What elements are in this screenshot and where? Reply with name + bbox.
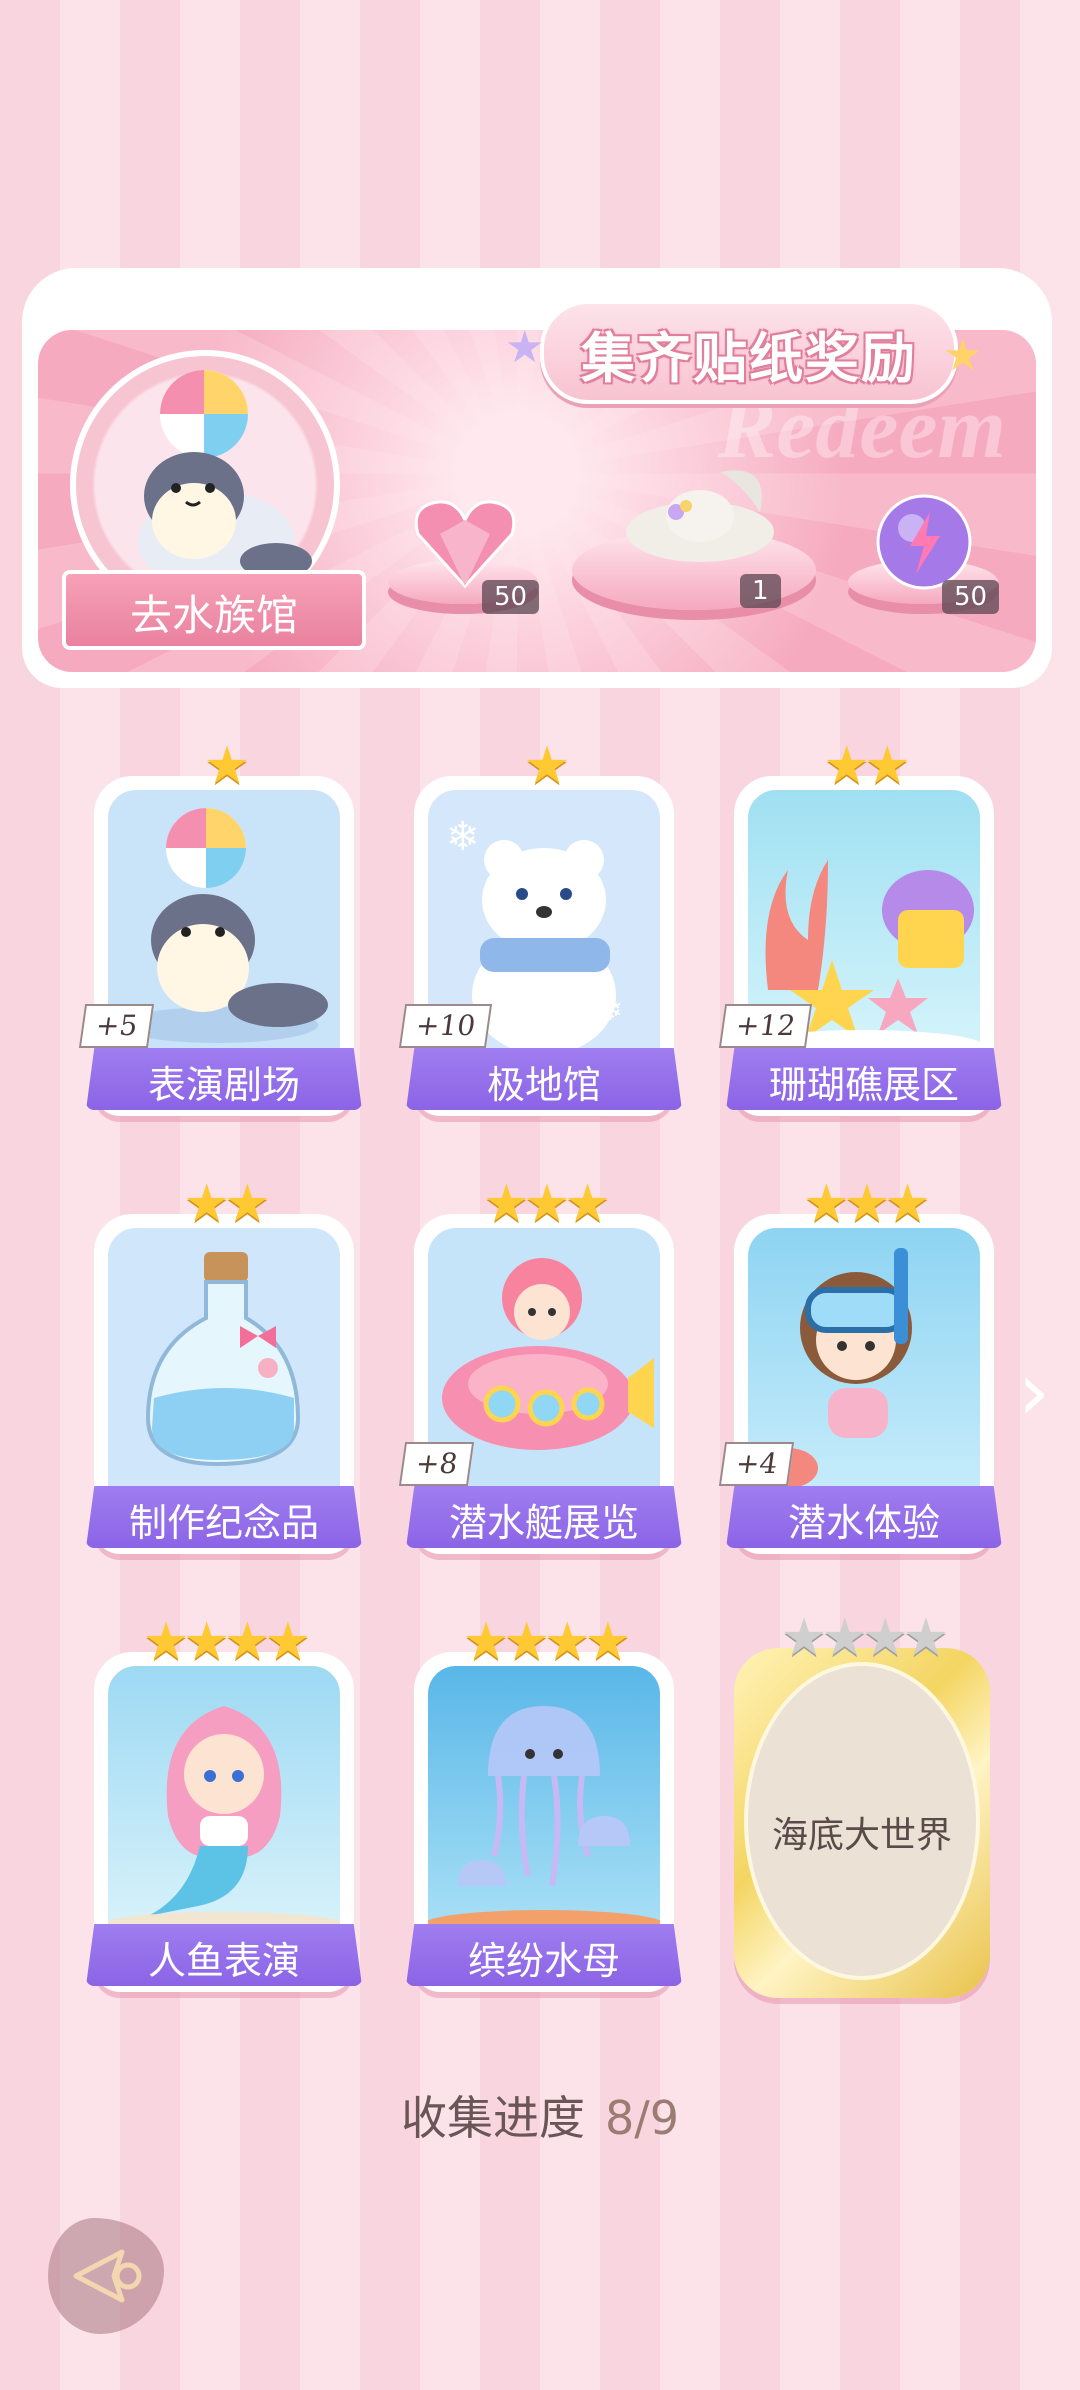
feather-hat-icon (626, 470, 774, 562)
card-stars: ★★ (183, 1174, 270, 1234)
sticker-card[interactable]: ★★★★ 人鱼表演 (86, 1616, 362, 1992)
yellow-star-icon: ★ (943, 330, 983, 381)
svg-text:❄: ❄ (446, 814, 480, 860)
bonus-tag: +8 (398, 1442, 475, 1486)
card-name-ribbon: 潜水体验 (726, 1486, 1002, 1548)
bonus-tag: +12 (718, 1004, 813, 1048)
back-button[interactable] (48, 2218, 164, 2334)
sticker-card[interactable]: ★ ❄ ❄ +10 极地馆 (398, 740, 682, 1116)
collection-progress: 收集进度 8/9 (0, 2082, 1080, 2148)
card-name: 表演剧场 (147, 1063, 300, 1107)
sticker-card[interactable]: ★★★★ 缤纷水母 (406, 1616, 682, 1992)
reward-count: 1 (740, 574, 781, 608)
card-stars: ★★ (823, 736, 910, 796)
sticker-card[interactable]: ★★★ +8 潜水艇展览 (398, 1178, 682, 1554)
venue-button[interactable]: 去水族馆 (62, 570, 366, 650)
pink-heart-gem-icon (414, 500, 516, 589)
card-stars: ★★★ (803, 1174, 931, 1234)
card-name-ribbon: 极地馆 (406, 1048, 682, 1110)
card-stars: ★ (523, 736, 571, 796)
card-art (108, 1666, 340, 1932)
locked-sticker-card[interactable]: ★★★★ 海底大世界 (734, 1612, 990, 1998)
card-stars: ★★★ (483, 1174, 611, 1234)
venue-label: 去水族馆 (129, 591, 298, 640)
card-name-ribbon: 制作纪念品 (86, 1486, 362, 1548)
card-name: 缤纷水母 (467, 1939, 620, 1983)
reward-count: 50 (482, 580, 540, 614)
card-name-ribbon: 人鱼表演 (86, 1924, 362, 1986)
sticker-card[interactable]: ★ +5 表演剧场 (78, 740, 362, 1116)
card-name-ribbon: 缤纷水母 (406, 1924, 682, 1986)
card-stars-empty: ★★★★ (780, 1608, 949, 1668)
card-name: 潜水体验 (787, 1501, 940, 1545)
sticker-card[interactable]: ★★ +12 珊瑚礁展区 (718, 740, 1002, 1116)
card-name-ribbon: 珊瑚礁展区 (726, 1048, 1002, 1110)
sticker-card[interactable]: ★★ 制作纪念品 (86, 1178, 362, 1554)
progress-value: 8/9 (604, 2091, 680, 2145)
bonus-tag: +10 (398, 1004, 493, 1048)
card-name-ribbon: 表演剧场 (86, 1048, 362, 1110)
next-page-arrow-icon[interactable]: › (1018, 1352, 1078, 1432)
card-art (108, 1228, 340, 1494)
card-art (428, 1666, 660, 1932)
card-name: 海底大世界 (771, 1815, 952, 1856)
bonus-tag: +5 (78, 1004, 155, 1048)
reward-title-pill: 集齐贴纸奖励 (540, 300, 958, 404)
card-name: 人鱼表演 (147, 1939, 300, 1983)
card-name-ribbon: 潜水艇展览 (406, 1486, 682, 1548)
mermaid-icon (108, 1706, 340, 1932)
card-stars: ★★★★ (142, 1612, 311, 1672)
card-name: 极地馆 (486, 1063, 601, 1107)
back-arrow-icon (73, 2249, 142, 2303)
card-name: 制作纪念品 (128, 1501, 319, 1545)
card-stars: ★★★★ (462, 1612, 631, 1672)
purple-star-icon: ★ (505, 322, 545, 373)
message-bottle-icon (145, 1252, 301, 1467)
sticker-card[interactable]: ★★★ +4 潜水体验 (718, 1178, 1002, 1554)
card-stars: ★ (203, 736, 251, 796)
bonus-tag: +4 (718, 1442, 795, 1486)
locked-oval: 海底大世界 (744, 1662, 980, 1980)
energy-orb-icon (876, 494, 972, 590)
card-name: 潜水艇展览 (448, 1501, 639, 1545)
progress-label: 收集进度 (400, 2091, 585, 2145)
card-name: 珊瑚礁展区 (768, 1063, 959, 1107)
reward-title: 集齐贴纸奖励 (581, 326, 917, 390)
jellyfish-icon (428, 1706, 660, 1932)
reward-count: 50 (942, 580, 1000, 614)
